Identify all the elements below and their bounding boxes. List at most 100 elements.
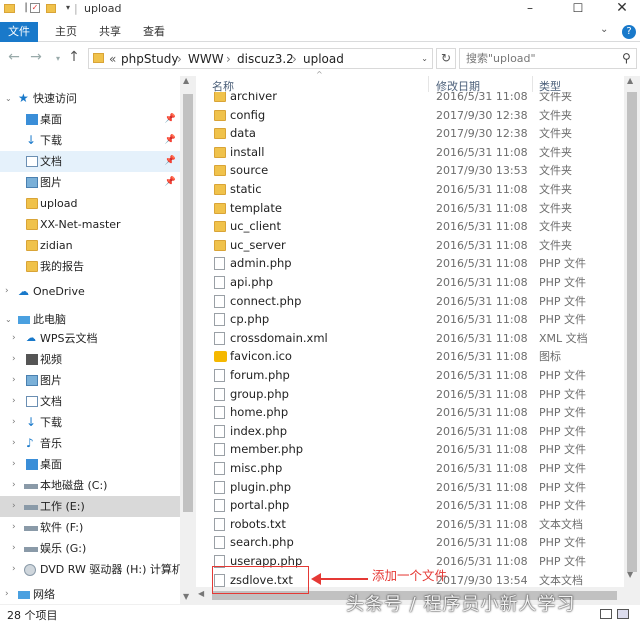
forward-button[interactable]: → — [28, 49, 44, 65]
file-icon — [214, 276, 225, 289]
column-type[interactable]: 类型 — [539, 78, 561, 94]
file-row[interactable]: source 2017/9/30 13:53 文件夹 — [196, 161, 624, 180]
customize-quick-access-icon[interactable]: ▾ — [62, 2, 74, 14]
breadcrumb-discuz[interactable]: discuz3.2 — [237, 51, 294, 67]
breadcrumb-www[interactable]: WWW — [188, 51, 224, 67]
column-name[interactable]: 名称 — [212, 78, 234, 94]
annotation-arrow — [316, 578, 368, 580]
expand-ribbon-icon[interactable]: ⌄ — [600, 24, 608, 35]
file-name: api.php — [230, 275, 274, 289]
file-name: home.php — [230, 405, 289, 420]
file-name: crossdomain.xml — [230, 330, 328, 345]
file-row[interactable]: group.php 2016/5/31 11:08 PHP 文件 — [196, 385, 624, 404]
minimize-button[interactable]: – — [508, 0, 552, 18]
file-date: 2016/5/31 11:08 — [436, 480, 528, 494]
file-icon — [214, 369, 225, 382]
file-row[interactable]: member.php 2016/5/31 11:08 PHP 文件 — [196, 440, 624, 459]
file-row[interactable]: static 2016/5/31 11:08 文件夹 — [196, 180, 624, 199]
file-row[interactable]: admin.php 2016/5/31 11:08 PHP 文件 — [196, 254, 624, 273]
recent-locations-icon[interactable]: ▾ — [50, 54, 66, 63]
file-row[interactable]: data 2017/9/30 12:38 文件夹 — [196, 124, 624, 143]
folder-icon — [214, 165, 226, 177]
file-date: 2016/5/31 11:08 — [436, 183, 528, 196]
file-date: 2016/5/31 11:08 — [436, 201, 528, 215]
file-name: group.php — [230, 386, 289, 401]
file-row[interactable]: index.php 2016/5/31 11:08 PHP 文件 — [196, 422, 624, 441]
file-date: 2016/5/31 11:08 — [436, 369, 528, 382]
file-date: 2016/5/31 11:08 — [436, 499, 528, 513]
folder-icon — [4, 2, 16, 14]
annotation-text: 添加一个文件 — [372, 568, 448, 583]
scroll-left-icon[interactable]: ◀ — [198, 589, 204, 598]
folder-icon — [214, 92, 226, 102]
maximize-button[interactable]: ☐ — [556, 0, 600, 18]
file-row[interactable]: config 2017/9/30 12:38 文件夹 — [196, 106, 624, 125]
breadcrumb-upload[interactable]: upload — [303, 51, 344, 67]
file-date: 2017/9/30 13:53 — [436, 164, 528, 178]
address-dropdown-icon[interactable]: ⌄ — [421, 54, 428, 63]
file-row[interactable]: uc_client 2016/5/31 11:08 文件夹 — [196, 217, 624, 236]
file-date: 2016/5/31 11:08 — [436, 462, 528, 475]
breadcrumb-phpstudy[interactable]: phpStudy — [121, 51, 179, 67]
file-row[interactable]: connect.php 2016/5/31 11:08 PHP 文件 — [196, 292, 624, 311]
file-row[interactable]: home.php 2016/5/31 11:08 PHP 文件 — [196, 403, 624, 422]
file-type: PHP 文件 — [539, 313, 587, 327]
file-row[interactable]: favicon.ico 2016/5/31 11:08 图标 — [196, 347, 624, 366]
breadcrumb-separator: › — [292, 52, 297, 66]
large-icons-view-icon[interactable] — [617, 609, 629, 619]
file-row[interactable]: install 2016/5/31 11:08 文件夹 — [196, 143, 624, 162]
chevron-right-icon[interactable]: › — [5, 584, 9, 605]
column-divider[interactable] — [428, 76, 429, 92]
new-folder-icon[interactable] — [46, 2, 58, 14]
nav-network[interactable]: › 网络 — [0, 584, 180, 605]
file-row[interactable]: search.php 2016/5/31 11:08 PHP 文件 — [196, 533, 624, 552]
file-row[interactable]: api.php 2016/5/31 11:08 PHP 文件 — [196, 273, 624, 292]
file-date: 2016/5/31 11:08 — [436, 313, 528, 327]
address-bar[interactable]: « phpStudy › WWW › discuz3.2 › upload ⌄ — [88, 48, 433, 69]
back-button[interactable]: ← — [6, 49, 22, 65]
scroll-up-icon[interactable]: ▲ — [627, 76, 633, 85]
file-icon — [214, 313, 225, 327]
file-name: template — [230, 200, 282, 215]
file-row[interactable]: uc_server 2016/5/31 11:08 文件夹 — [196, 236, 624, 255]
breadcrumb-separator: › — [177, 52, 182, 66]
file-date: 2016/5/31 11:08 — [436, 387, 528, 401]
file-name: uc_client — [230, 219, 281, 234]
folder-icon — [214, 128, 226, 140]
file-row[interactable]: plugin.php 2016/5/31 11:08 PHP 文件 — [196, 478, 624, 497]
column-divider[interactable] — [532, 76, 533, 92]
tab-share[interactable]: 共享 — [99, 22, 121, 42]
refresh-button[interactable]: ↻ — [436, 48, 456, 69]
properties-icon[interactable]: ✓ — [30, 3, 40, 13]
file-row[interactable]: robots.txt 2016/5/31 11:08 文本文档 — [196, 515, 624, 534]
file-row[interactable]: misc.php 2016/5/31 11:08 PHP 文件 — [196, 459, 624, 478]
breadcrumb-overflow[interactable]: « — [109, 51, 116, 67]
tab-home[interactable]: 主页 — [55, 22, 77, 42]
details-view-icon[interactable] — [600, 609, 612, 619]
folder-icon — [214, 221, 226, 233]
highlight-box — [212, 566, 309, 594]
column-header: 名称 修改日期 类型 — [196, 76, 624, 94]
file-type: PHP 文件 — [539, 443, 587, 457]
file-row[interactable]: crossdomain.xml 2016/5/31 11:08 XML 文档 — [196, 329, 624, 348]
file-row[interactable]: cp.php 2016/5/31 11:08 PHP 文件 — [196, 310, 624, 329]
file-row[interactable]: forum.php 2016/5/31 11:08 PHP 文件 — [196, 366, 624, 385]
file-date: 2016/5/31 11:08 — [436, 443, 528, 457]
tab-view[interactable]: 查看 — [143, 22, 165, 42]
scroll-up-icon[interactable]: ▲ — [183, 76, 189, 85]
file-type: 文件夹 — [539, 238, 572, 252]
file-list-scroll-thumb[interactable] — [627, 92, 637, 572]
file-type: PHP 文件 — [539, 424, 587, 438]
file-type: XML 文档 — [539, 331, 588, 345]
close-button[interactable]: ✕ — [600, 0, 640, 18]
up-button[interactable]: ↑ — [66, 49, 82, 65]
tab-file[interactable]: 文件 — [0, 22, 38, 42]
scroll-down-icon[interactable]: ▼ — [183, 592, 189, 601]
help-icon[interactable]: ? — [622, 25, 636, 39]
file-row[interactable]: portal.php 2016/5/31 11:08 PHP 文件 — [196, 496, 624, 515]
file-date: 2016/5/31 11:08 — [436, 331, 528, 345]
search-input[interactable]: 搜索"upload" — [459, 48, 637, 69]
file-row[interactable]: template 2016/5/31 11:08 文件夹 — [196, 199, 624, 218]
file-name: source — [230, 163, 269, 178]
column-date[interactable]: 修改日期 — [436, 78, 480, 94]
